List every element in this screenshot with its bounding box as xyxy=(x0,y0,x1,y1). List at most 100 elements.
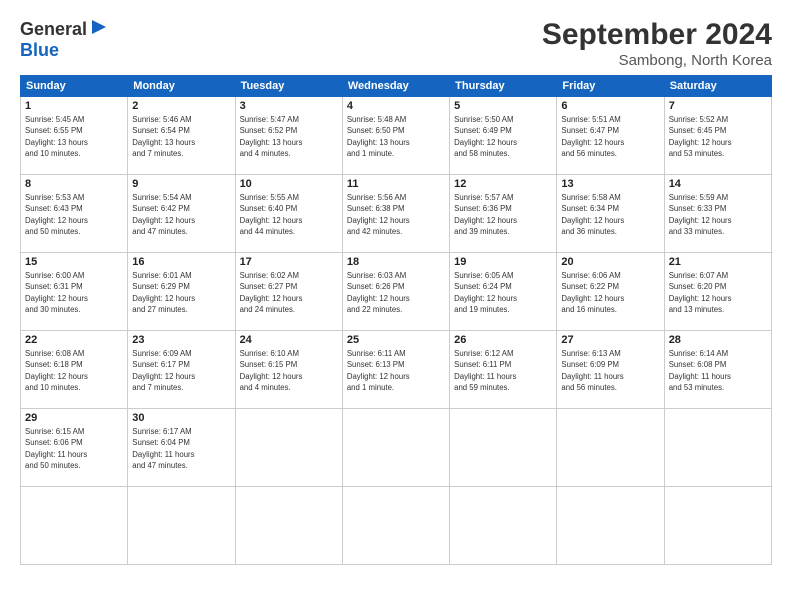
day-info: Sunrise: 5:57 AM Sunset: 6:36 PM Dayligh… xyxy=(454,192,552,237)
day-info: Sunrise: 6:00 AM Sunset: 6:31 PM Dayligh… xyxy=(25,270,123,315)
calendar-week-row: 29 Sunrise: 6:15 AM Sunset: 6:06 PM Dayli… xyxy=(21,409,772,487)
table-row: 4Sunrise: 5:48 AM Sunset: 6:50 PM Daylig… xyxy=(342,97,449,175)
day-info: Sunrise: 6:15 AM Sunset: 6:06 PM Dayligh… xyxy=(25,426,123,471)
day-number: 15 xyxy=(25,256,123,268)
table-row: 21 Sunrise: 6:07 AM Sunset: 6:20 PM Dayli… xyxy=(664,253,771,331)
day-info: Sunrise: 6:12 AM Sunset: 6:11 PM Dayligh… xyxy=(454,348,552,393)
logo-blue-text: Blue xyxy=(20,41,59,61)
day-info: Sunrise: 6:07 AM Sunset: 6:20 PM Dayligh… xyxy=(669,270,767,315)
day-info: Sunrise: 5:58 AM Sunset: 6:34 PM Dayligh… xyxy=(561,192,659,237)
day-info: Sunrise: 6:10 AM Sunset: 6:15 PM Dayligh… xyxy=(240,348,338,393)
table-row: 25 Sunrise: 6:11 AM Sunset: 6:13 PM Dayli… xyxy=(342,331,449,409)
month-title: September 2024 xyxy=(542,18,772,52)
day-number: 20 xyxy=(561,256,659,268)
table-row: 22Sunrise: 6:08 AM Sunset: 6:18 PM Dayli… xyxy=(21,331,128,409)
day-info: Sunrise: 5:46 AM Sunset: 6:54 PM Dayligh… xyxy=(132,114,230,159)
title-block: September 2024 Sambong, North Korea xyxy=(542,18,772,69)
calendar-week-row: 22Sunrise: 6:08 AM Sunset: 6:18 PM Dayli… xyxy=(21,331,772,409)
day-number: 17 xyxy=(240,256,338,268)
logo-text: General xyxy=(20,20,87,40)
day-number: 21 xyxy=(669,256,767,268)
day-number: 10 xyxy=(240,178,338,190)
table-row: 10 Sunrise: 5:55 AM Sunset: 6:40 PM Dayli… xyxy=(235,175,342,253)
col-monday: Monday xyxy=(128,76,235,97)
table-row: 16Sunrise: 6:01 AM Sunset: 6:29 PM Dayli… xyxy=(128,253,235,331)
table-row: 23 Sunrise: 6:09 AM Sunset: 6:17 PM Dayli… xyxy=(128,331,235,409)
day-info: Sunrise: 6:06 AM Sunset: 6:22 PM Dayligh… xyxy=(561,270,659,315)
table-row: 29 Sunrise: 6:15 AM Sunset: 6:06 PM Dayli… xyxy=(21,409,128,487)
table-row: 6Sunrise: 5:51 AM Sunset: 6:47 PM Daylig… xyxy=(557,97,664,175)
table-row: 19Sunrise: 6:05 AM Sunset: 6:24 PM Dayli… xyxy=(450,253,557,331)
table-row: 18Sunrise: 6:03 AM Sunset: 6:26 PM Dayli… xyxy=(342,253,449,331)
col-sunday: Sunday xyxy=(21,76,128,97)
day-number: 24 xyxy=(240,334,338,346)
day-info: Sunrise: 6:09 AM Sunset: 6:17 PM Dayligh… xyxy=(132,348,230,393)
table-row xyxy=(450,487,557,565)
day-info: Sunrise: 6:13 AM Sunset: 6:09 PM Dayligh… xyxy=(561,348,659,393)
day-number: 22 xyxy=(25,334,123,346)
table-row: 11 Sunrise: 5:56 AM Sunset: 6:38 PM Dayli… xyxy=(342,175,449,253)
calendar-week-row xyxy=(21,487,772,565)
day-info: Sunrise: 5:56 AM Sunset: 6:38 PM Dayligh… xyxy=(347,192,445,237)
calendar-week-row: 1Sunrise: 5:45 AM Sunset: 6:55 PM Daylig… xyxy=(21,97,772,175)
day-number: 8 xyxy=(25,178,123,190)
day-number: 23 xyxy=(132,334,230,346)
calendar-header-row: Sunday Monday Tuesday Wednesday Thursday… xyxy=(21,76,772,97)
table-row xyxy=(664,409,771,487)
table-row: 27 Sunrise: 6:13 AM Sunset: 6:09 PM Dayli… xyxy=(557,331,664,409)
day-number: 28 xyxy=(669,334,767,346)
day-info: Sunrise: 5:50 AM Sunset: 6:49 PM Dayligh… xyxy=(454,114,552,159)
table-row xyxy=(235,409,342,487)
table-row: 5 Sunrise: 5:50 AM Sunset: 6:49 PM Daylig… xyxy=(450,97,557,175)
table-row xyxy=(342,487,449,565)
table-row xyxy=(235,487,342,565)
table-row: 26Sunrise: 6:12 AM Sunset: 6:11 PM Dayli… xyxy=(450,331,557,409)
table-row xyxy=(128,487,235,565)
page: General Blue September 2024 Sambong, Nor… xyxy=(0,0,792,612)
table-row: 20 Sunrise: 6:06 AM Sunset: 6:22 PM Dayli… xyxy=(557,253,664,331)
day-info: Sunrise: 6:02 AM Sunset: 6:27 PM Dayligh… xyxy=(240,270,338,315)
day-info: Sunrise: 5:47 AM Sunset: 6:52 PM Dayligh… xyxy=(240,114,338,159)
table-row: 7 Sunrise: 5:52 AM Sunset: 6:45 PM Daylig… xyxy=(664,97,771,175)
day-number: 19 xyxy=(454,256,552,268)
day-info: Sunrise: 6:03 AM Sunset: 6:26 PM Dayligh… xyxy=(347,270,445,315)
day-number: 5 xyxy=(454,100,552,112)
location-title: Sambong, North Korea xyxy=(542,52,772,69)
col-wednesday: Wednesday xyxy=(342,76,449,97)
table-row xyxy=(664,487,771,565)
day-info: Sunrise: 5:53 AM Sunset: 6:43 PM Dayligh… xyxy=(25,192,123,237)
day-number: 9 xyxy=(132,178,230,190)
day-number: 16 xyxy=(132,256,230,268)
logo: General Blue xyxy=(20,18,108,61)
day-number: 2 xyxy=(132,100,230,112)
table-row: 30Sunrise: 6:17 AM Sunset: 6:04 PM Dayli… xyxy=(128,409,235,487)
day-number: 11 xyxy=(347,178,445,190)
table-row: 8 Sunrise: 5:53 AM Sunset: 6:43 PM Daylig… xyxy=(21,175,128,253)
day-number: 4 xyxy=(347,100,445,112)
day-number: 27 xyxy=(561,334,659,346)
day-info: Sunrise: 5:55 AM Sunset: 6:40 PM Dayligh… xyxy=(240,192,338,237)
table-row xyxy=(450,409,557,487)
table-row: 1Sunrise: 5:45 AM Sunset: 6:55 PM Daylig… xyxy=(21,97,128,175)
table-row xyxy=(557,409,664,487)
table-row: 3Sunrise: 5:47 AM Sunset: 6:52 PM Daylig… xyxy=(235,97,342,175)
table-row xyxy=(557,487,664,565)
table-row: 12Sunrise: 5:57 AM Sunset: 6:36 PM Dayli… xyxy=(450,175,557,253)
table-row: 15 Sunrise: 6:00 AM Sunset: 6:31 PM Dayli… xyxy=(21,253,128,331)
day-info: Sunrise: 5:52 AM Sunset: 6:45 PM Dayligh… xyxy=(669,114,767,159)
table-row: 17 Sunrise: 6:02 AM Sunset: 6:27 PM Dayli… xyxy=(235,253,342,331)
logo-arrow-icon xyxy=(90,18,108,36)
day-info: Sunrise: 6:11 AM Sunset: 6:13 PM Dayligh… xyxy=(347,348,445,393)
day-info: Sunrise: 5:54 AM Sunset: 6:42 PM Dayligh… xyxy=(132,192,230,237)
col-saturday: Saturday xyxy=(664,76,771,97)
table-row: 28 Sunrise: 6:14 AM Sunset: 6:08 PM Dayli… xyxy=(664,331,771,409)
day-number: 29 xyxy=(25,412,123,424)
day-number: 7 xyxy=(669,100,767,112)
table-row xyxy=(342,409,449,487)
day-number: 14 xyxy=(669,178,767,190)
col-friday: Friday xyxy=(557,76,664,97)
calendar-week-row: 15 Sunrise: 6:00 AM Sunset: 6:31 PM Dayli… xyxy=(21,253,772,331)
day-info: Sunrise: 6:14 AM Sunset: 6:08 PM Dayligh… xyxy=(669,348,767,393)
day-number: 25 xyxy=(347,334,445,346)
day-number: 13 xyxy=(561,178,659,190)
